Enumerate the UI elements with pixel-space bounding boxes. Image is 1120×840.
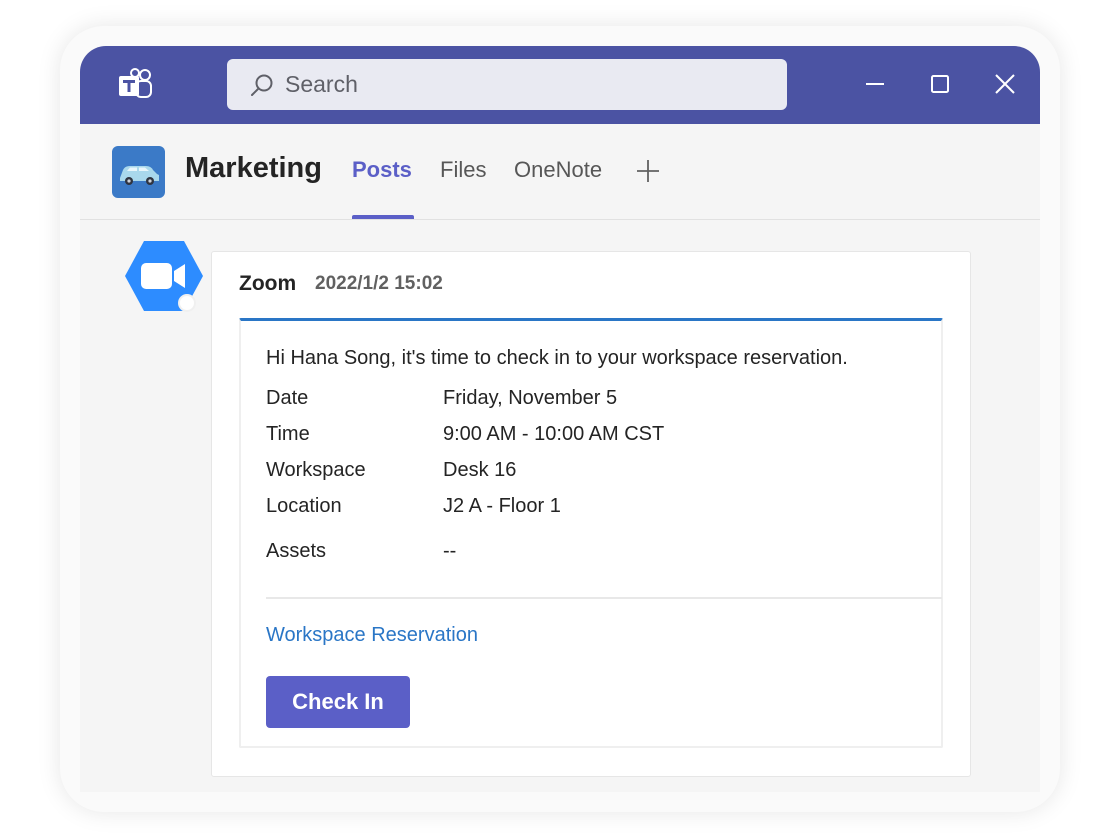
post-timestamp: 2022/1/2 15:02	[315, 273, 443, 294]
teams-window: Search Marketing Posts Files OneNote Zoo…	[80, 46, 1040, 792]
card-intro-text: Hi Hana Song, it's time to check in to y…	[266, 347, 848, 369]
title-bar: Search	[80, 46, 1040, 124]
adaptive-card: Hi Hana Song, it's time to check in to y…	[239, 318, 943, 748]
fact-value-assets: --	[443, 540, 457, 562]
fact-value-date: Friday, November 5	[443, 387, 618, 409]
fact-label-workspace: Workspace	[266, 459, 366, 481]
search-icon	[251, 74, 273, 96]
plus-icon[interactable]	[636, 159, 660, 183]
teams-icon[interactable]	[116, 68, 156, 102]
fact-label-assets: Assets	[266, 540, 327, 562]
search-box[interactable]: Search	[227, 59, 787, 110]
card-divider	[266, 597, 942, 599]
close-icon[interactable]	[993, 72, 1017, 96]
check-in-button[interactable]: Check In	[266, 676, 410, 728]
car-icon	[120, 166, 159, 185]
fact-value-workspace: Desk 16	[443, 459, 517, 481]
channel-avatar	[112, 146, 165, 198]
search-placeholder: Search	[285, 71, 358, 97]
message-post: Zoom 2022/1/2 15:02 Hi Hana Song, it's t…	[211, 251, 971, 777]
maximize-icon[interactable]	[928, 72, 952, 96]
fact-label-time: Time	[266, 423, 310, 445]
fact-label-date: Date	[266, 387, 309, 409]
tab-files[interactable]: Files	[440, 157, 486, 183]
channel-title: Marketing	[185, 152, 322, 184]
presence-indicator	[178, 294, 196, 312]
workspace-reservation-link[interactable]: Workspace Reservation	[266, 624, 478, 647]
tab-posts[interactable]: Posts	[352, 157, 412, 183]
minimize-icon[interactable]	[863, 72, 887, 96]
channel-header: Marketing Posts Files OneNote	[80, 124, 1040, 220]
tab-onenote[interactable]: OneNote	[514, 157, 602, 183]
active-tab-indicator	[352, 215, 414, 219]
fact-label-location: Location	[266, 495, 342, 517]
fact-value-time: 9:00 AM - 10:00 AM CST	[443, 423, 665, 445]
post-author: Zoom	[239, 272, 297, 295]
fact-value-location: J2 A - Floor 1	[443, 495, 561, 517]
